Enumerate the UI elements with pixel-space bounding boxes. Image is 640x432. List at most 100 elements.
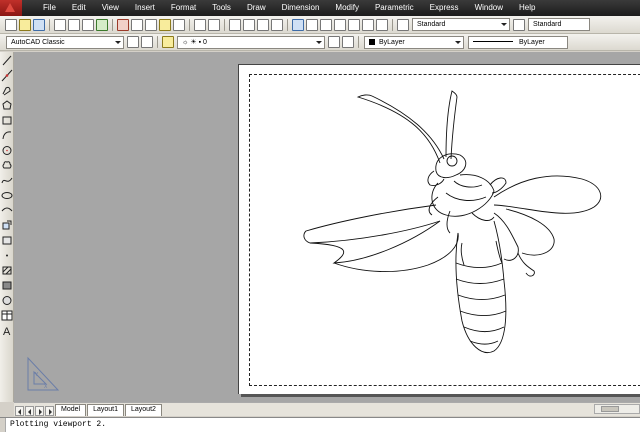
line-icon[interactable] bbox=[1, 54, 13, 67]
application-menu-icon[interactable] bbox=[0, 0, 22, 16]
color-swatch bbox=[369, 38, 375, 45]
color-dropdown[interactable]: ByLayer bbox=[364, 35, 464, 49]
dimension-style-icon[interactable] bbox=[513, 18, 525, 31]
menu-file[interactable]: File bbox=[35, 0, 64, 16]
chevron-down-icon bbox=[455, 40, 461, 44]
workspace-value: AutoCAD Classic bbox=[11, 38, 65, 46]
menu-format[interactable]: Format bbox=[163, 0, 204, 16]
last-tab-icon[interactable] bbox=[45, 406, 54, 416]
chevron-down-icon bbox=[316, 40, 322, 44]
cut-icon[interactable] bbox=[117, 18, 129, 31]
menu-draw[interactable]: Draw bbox=[239, 0, 274, 16]
ellipse-arc-icon[interactable] bbox=[1, 204, 13, 217]
menu-dimension[interactable]: Dimension bbox=[274, 0, 328, 16]
paste-icon[interactable] bbox=[145, 18, 157, 31]
save-icon[interactable] bbox=[33, 18, 45, 31]
redo-icon[interactable] bbox=[208, 18, 220, 31]
command-line-grip[interactable] bbox=[0, 418, 6, 432]
menu-view[interactable]: View bbox=[94, 0, 127, 16]
toolbar-separator bbox=[49, 18, 50, 31]
make-object-layer-current-icon[interactable] bbox=[328, 36, 340, 48]
menu-tools[interactable]: Tools bbox=[204, 0, 239, 16]
block-editor-icon[interactable] bbox=[173, 18, 185, 31]
rectangle-icon[interactable] bbox=[1, 114, 13, 127]
tab-layout2[interactable]: Layout2 bbox=[125, 404, 162, 416]
scrollbar-thumb[interactable] bbox=[601, 406, 619, 412]
dimension-style-dropdown[interactable]: Standard bbox=[528, 18, 590, 31]
design-center-icon[interactable] bbox=[306, 18, 318, 31]
layer-dropdown[interactable]: ☼ ☀ ▪ 0 bbox=[177, 35, 325, 49]
new-file-icon[interactable] bbox=[5, 18, 17, 31]
multiline-text-icon[interactable]: A bbox=[1, 324, 13, 338]
quickcalc-icon[interactable] bbox=[362, 18, 374, 31]
3d-dwf-icon[interactable] bbox=[96, 18, 108, 31]
workspace-settings-icon[interactable] bbox=[127, 36, 139, 48]
layer-properties-icon[interactable] bbox=[162, 36, 174, 48]
publish-icon[interactable] bbox=[82, 18, 94, 31]
horizontal-scrollbar[interactable] bbox=[594, 404, 640, 414]
insert-block-icon[interactable] bbox=[1, 219, 13, 232]
sheet-set-manager-icon[interactable] bbox=[334, 18, 346, 31]
command-line[interactable]: Plotting viewport 2. bbox=[0, 417, 640, 432]
revision-cloud-icon[interactable] bbox=[1, 159, 13, 172]
linetype-sample bbox=[473, 41, 513, 43]
svg-text:X: X bbox=[44, 384, 48, 390]
menu-parametric[interactable]: Parametric bbox=[367, 0, 422, 16]
zoom-window-icon[interactable] bbox=[257, 18, 269, 31]
text-style-icon[interactable] bbox=[397, 18, 409, 31]
region-icon[interactable] bbox=[1, 294, 13, 307]
circle-icon[interactable] bbox=[1, 144, 13, 157]
previous-tab-icon[interactable] bbox=[25, 406, 34, 416]
linetype-value: ByLayer bbox=[519, 38, 545, 46]
zoom-previous-icon[interactable] bbox=[271, 18, 283, 31]
tab-layout1[interactable]: Layout1 bbox=[87, 404, 124, 416]
copy-icon[interactable] bbox=[131, 18, 143, 31]
menu-edit[interactable]: Edit bbox=[64, 0, 94, 16]
gradient-icon[interactable] bbox=[1, 279, 13, 292]
customize-icon[interactable] bbox=[141, 36, 153, 48]
menu-window[interactable]: Window bbox=[467, 0, 511, 16]
properties-icon[interactable] bbox=[292, 18, 304, 31]
polyline-icon[interactable] bbox=[1, 84, 13, 97]
help-icon[interactable] bbox=[376, 18, 388, 31]
make-block-icon[interactable] bbox=[1, 234, 13, 247]
spline-icon[interactable] bbox=[1, 174, 13, 187]
plot-preview-icon[interactable] bbox=[68, 18, 80, 31]
workspace-dropdown[interactable]: AutoCAD Classic bbox=[6, 35, 124, 49]
construction-line-icon[interactable] bbox=[1, 69, 13, 82]
workspace-layers-toolbar: AutoCAD Classic ☼ ☀ ▪ 0 ByLayer ByLayer bbox=[0, 34, 640, 51]
menu-bar: File Edit View Insert Format Tools Draw … bbox=[0, 0, 640, 16]
tab-model[interactable]: Model bbox=[55, 404, 87, 416]
menu-express[interactable]: Express bbox=[422, 0, 467, 16]
autocad-window: File Edit View Insert Format Tools Draw … bbox=[0, 0, 640, 432]
layout-paper-sheet[interactable] bbox=[238, 64, 640, 394]
linetype-dropdown[interactable]: ByLayer bbox=[468, 35, 568, 49]
command-line-text: Plotting viewport 2. bbox=[10, 420, 107, 429]
arc-icon[interactable] bbox=[1, 129, 13, 142]
viewport-border[interactable] bbox=[249, 74, 640, 386]
dimension-style-value: Standard bbox=[533, 21, 562, 28]
hatch-icon[interactable] bbox=[1, 264, 13, 277]
ellipse-icon[interactable] bbox=[1, 189, 13, 202]
markup-set-manager-icon[interactable] bbox=[348, 18, 360, 31]
point-icon[interactable] bbox=[1, 249, 13, 262]
first-tab-icon[interactable] bbox=[15, 406, 24, 416]
table-icon[interactable] bbox=[1, 309, 13, 322]
zoom-realtime-icon[interactable] bbox=[243, 18, 255, 31]
layout-tab-bar: Model Layout1 Layout2 bbox=[14, 402, 640, 416]
tool-palettes-icon[interactable] bbox=[320, 18, 332, 31]
layer-previous-icon[interactable] bbox=[342, 36, 354, 48]
menu-modify[interactable]: Modify bbox=[327, 0, 367, 16]
toolbar-separator bbox=[287, 18, 288, 31]
pan-icon[interactable] bbox=[229, 18, 241, 31]
polygon-icon[interactable] bbox=[1, 99, 13, 112]
toolbar-separator bbox=[392, 18, 393, 31]
plot-icon[interactable] bbox=[54, 18, 66, 31]
open-file-icon[interactable] bbox=[19, 18, 31, 31]
text-style-dropdown[interactable]: Standard bbox=[412, 18, 510, 31]
match-properties-icon[interactable] bbox=[159, 18, 171, 31]
next-tab-icon[interactable] bbox=[35, 406, 44, 416]
undo-icon[interactable] bbox=[194, 18, 206, 31]
menu-insert[interactable]: Insert bbox=[127, 0, 163, 16]
menu-help[interactable]: Help bbox=[511, 0, 543, 16]
